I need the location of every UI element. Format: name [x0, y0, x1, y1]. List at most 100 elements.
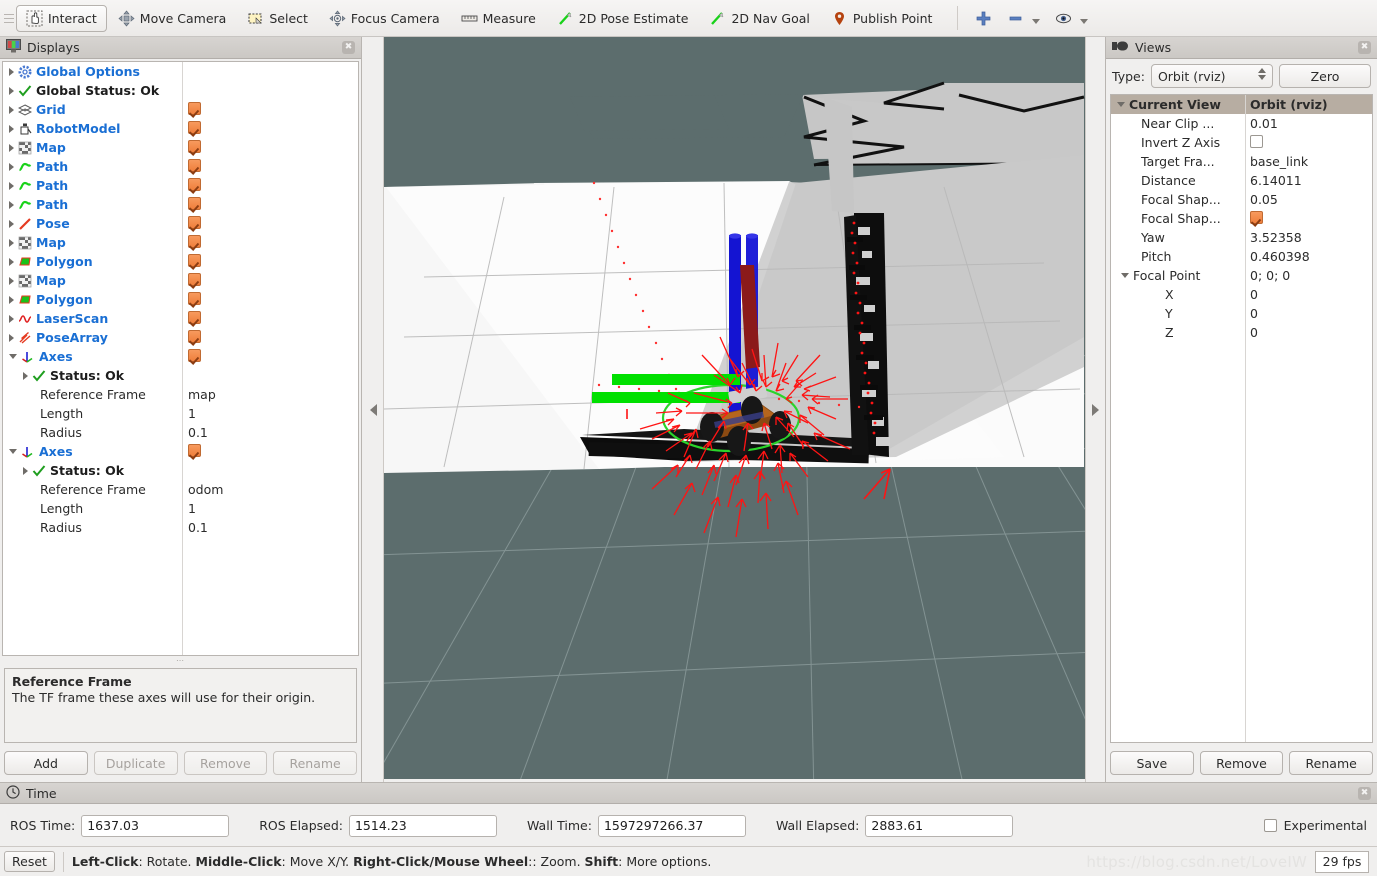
view-property-row[interactable]: Z0 — [1111, 323, 1372, 342]
tool-focus-camera[interactable]: Focus Camera — [319, 5, 450, 32]
display-row[interactable]: Path — [3, 157, 358, 176]
zero-button[interactable]: Zero — [1279, 64, 1371, 88]
chevron-right-icon[interactable] — [9, 238, 14, 247]
chevron-down-icon[interactable] — [9, 354, 17, 359]
display-row[interactable]: Path — [3, 176, 358, 195]
display-row[interactable]: Pose — [3, 214, 358, 233]
display-row[interactable]: Status: Ok — [3, 461, 358, 480]
view-property-value[interactable]: 0 — [1250, 306, 1258, 321]
view-property-row[interactable]: Invert Z Axis — [1111, 133, 1372, 152]
display-row[interactable]: Axes — [3, 347, 358, 366]
display-row[interactable]: RobotModel — [3, 119, 358, 138]
view-property-row[interactable]: Y0 — [1111, 304, 1372, 323]
display-enabled-checkbox[interactable] — [188, 272, 201, 286]
display-enabled-checkbox[interactable] — [188, 291, 201, 305]
display-row[interactable]: Path — [3, 195, 358, 214]
view-property-row[interactable]: Near Clip ... 0.01 — [1111, 114, 1372, 133]
view-type-select[interactable]: Orbit (rviz) — [1150, 64, 1273, 88]
display-enabled-checkbox[interactable] — [188, 177, 201, 191]
view-property-row[interactable]: Target Fra... base_link — [1111, 152, 1372, 171]
displays-splitter[interactable]: ⋯ — [0, 656, 361, 665]
chevron-right-icon[interactable] — [23, 466, 28, 475]
add-tool-button[interactable] — [968, 5, 999, 32]
view-property-value[interactable]: 0 — [1250, 287, 1258, 302]
chevron-right-icon[interactable] — [9, 276, 14, 285]
experimental-toggle[interactable]: Experimental — [1263, 818, 1367, 833]
display-row[interactable]: Status: Ok — [3, 366, 358, 385]
display-row[interactable]: Radius 0.1 — [3, 423, 358, 442]
chevron-right-icon[interactable] — [9, 333, 14, 342]
current-view-header[interactable]: Current View Orbit (rviz) — [1111, 95, 1372, 114]
view-property-row[interactable]: Distance 6.14011 — [1111, 171, 1372, 190]
display-row-value[interactable]: odom — [188, 482, 223, 497]
display-row[interactable]: Global Status: Ok — [3, 81, 358, 100]
displays-tree[interactable]: Global Options Global Status: Ok Grid Robot… — [2, 61, 359, 656]
display-row[interactable]: Length 1 — [3, 499, 358, 518]
view-property-value[interactable]: 0.05 — [1250, 192, 1278, 207]
experimental-checkbox[interactable] — [1263, 819, 1277, 832]
chevron-right-icon[interactable] — [9, 162, 14, 171]
display-enabled-checkbox[interactable] — [188, 310, 201, 324]
display-row-value[interactable]: 0.1 — [188, 425, 208, 440]
chevron-down-icon[interactable] — [1117, 102, 1125, 107]
focal-shape-fixed-checkbox[interactable] — [1250, 210, 1263, 224]
duplicate-display-button[interactable]: Duplicate — [93, 751, 178, 775]
rename-view-button[interactable]: Rename — [1289, 751, 1374, 775]
display-enabled-checkbox[interactable] — [188, 234, 201, 248]
display-row[interactable]: Reference Frame map — [3, 385, 358, 404]
display-row[interactable]: Radius 0.1 — [3, 518, 358, 537]
invert-z-axis-checkbox[interactable] — [1250, 134, 1263, 148]
display-enabled-checkbox[interactable] — [188, 443, 201, 457]
view-property-value[interactable]: 0.01 — [1250, 116, 1278, 131]
time-field-input[interactable]: 1637.03 — [81, 814, 230, 837]
display-row[interactable]: LaserScan — [3, 309, 358, 328]
display-row[interactable]: Map — [3, 233, 358, 252]
remove-view-button[interactable]: Remove — [1199, 751, 1284, 775]
tool-select[interactable]: Select — [237, 5, 318, 32]
display-enabled-checkbox[interactable] — [188, 196, 201, 210]
remove-tool-chevron-down-icon[interactable] — [1032, 18, 1041, 24]
views-close-icon[interactable]: ✖ — [1358, 41, 1371, 54]
display-enabled-checkbox[interactable] — [188, 329, 201, 343]
chevron-right-icon[interactable] — [9, 143, 14, 152]
tool-interact[interactable]: Interact — [16, 4, 107, 32]
view-property-value[interactable]: 6.14011 — [1250, 173, 1302, 188]
view-property-value[interactable]: 0 — [1250, 325, 1258, 340]
chevron-right-icon[interactable] — [9, 67, 14, 76]
view-property-row[interactable]: Yaw 3.52358 — [1111, 228, 1372, 247]
chevron-right-icon[interactable] — [9, 295, 14, 304]
display-enabled-checkbox[interactable] — [188, 253, 201, 267]
visibility-button[interactable] — [1048, 5, 1095, 32]
tool-move-camera[interactable]: Move Camera — [108, 5, 237, 32]
remove-tool-button[interactable] — [1000, 5, 1047, 32]
rename-display-button[interactable]: Rename — [273, 751, 357, 775]
display-enabled-checkbox[interactable] — [188, 120, 201, 134]
chevron-right-icon[interactable] — [9, 86, 14, 95]
chevron-right-icon[interactable] — [9, 105, 14, 114]
time-close-icon[interactable]: ✖ — [1358, 787, 1371, 800]
display-row[interactable]: Grid — [3, 100, 358, 119]
chevron-right-icon[interactable] — [9, 219, 14, 228]
view-property-value[interactable]: 0.460398 — [1250, 249, 1310, 264]
view-property-value[interactable]: base_link — [1250, 154, 1308, 169]
display-row[interactable]: PoseArray — [3, 328, 358, 347]
view-property-value[interactable]: 0; 0; 0 — [1250, 268, 1290, 283]
display-row[interactable]: Length 1 — [3, 404, 358, 423]
view-property-row[interactable]: Focal Shap... — [1111, 209, 1372, 228]
tool-2d-nav-goal[interactable]: 2D Nav Goal — [699, 5, 819, 32]
display-enabled-checkbox[interactable] — [188, 101, 201, 115]
view-property-row[interactable]: Pitch 0.460398 — [1111, 247, 1372, 266]
add-display-button[interactable]: Add — [4, 751, 88, 775]
time-field-input[interactable]: 1597297266.37 — [597, 814, 746, 837]
chevron-right-icon[interactable] — [9, 257, 14, 266]
display-row[interactable]: Map — [3, 271, 358, 290]
chevron-right-icon[interactable] — [9, 181, 14, 190]
display-row[interactable]: Polygon — [3, 290, 358, 309]
displays-close-icon[interactable]: ✖ — [342, 41, 355, 54]
time-field-input[interactable]: 2883.61 — [865, 814, 1014, 837]
display-row-value[interactable]: 0.1 — [188, 520, 208, 535]
left-panel-collapse-handle[interactable] — [363, 37, 384, 782]
views-property-tree[interactable]: Current View Orbit (rviz) Near Clip ... 0… — [1110, 94, 1373, 743]
3d-render-canvas[interactable] — [384, 37, 1085, 779]
tool-2d-pose-estimate[interactable]: 2D Pose Estimate — [547, 5, 699, 32]
